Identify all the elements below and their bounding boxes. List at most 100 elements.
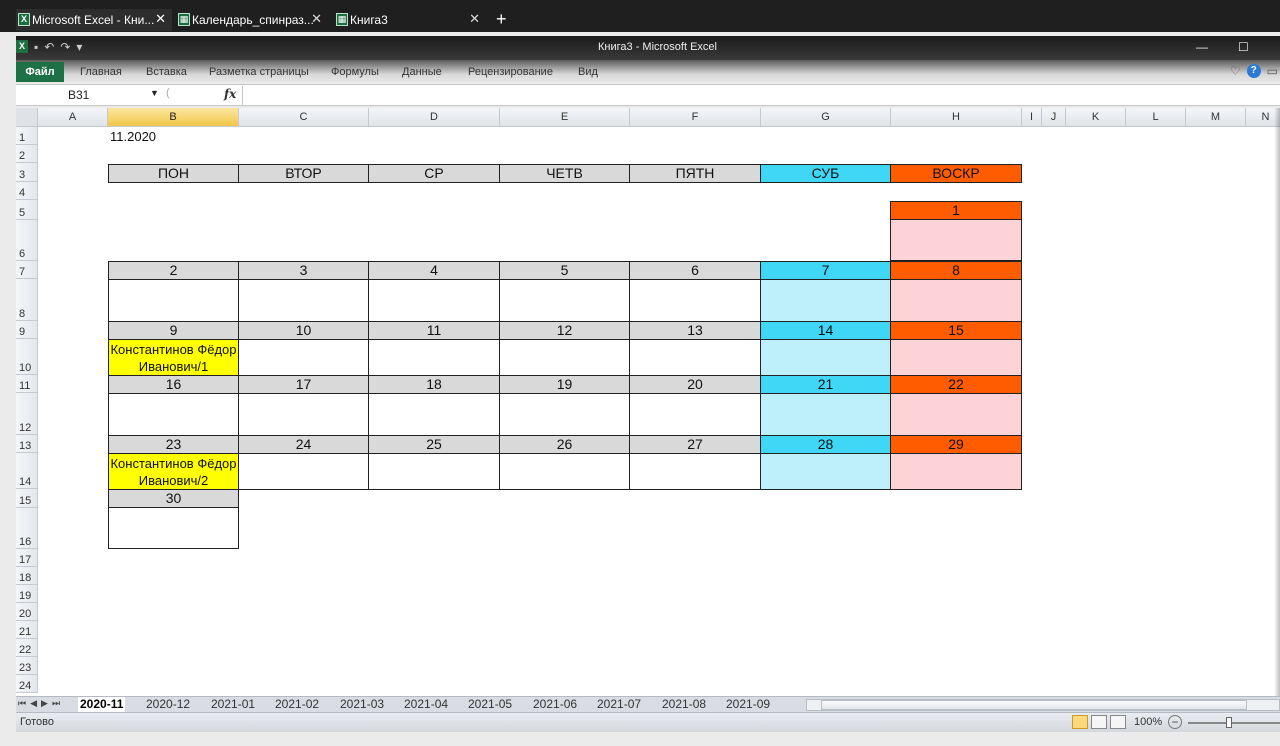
browser-tab-excel[interactable]: X Microsoft Excel - Кни... ✕ <box>16 9 172 31</box>
day-body-cell[interactable] <box>890 453 1022 490</box>
customize-qat-icon[interactable]: ▾ <box>76 40 82 54</box>
normal-view-icon[interactable] <box>1072 715 1088 729</box>
close-icon[interactable]: ✕ <box>155 11 166 27</box>
column-header-j[interactable]: J <box>1042 108 1066 127</box>
column-header-k[interactable]: K <box>1066 108 1126 127</box>
day-body-cell[interactable] <box>760 279 891 322</box>
sheet-tab-2021-08[interactable]: 2021-08 <box>662 697 706 712</box>
day-number-cell[interactable]: 2 <box>108 261 239 280</box>
row-header-13[interactable]: 13 <box>16 435 38 453</box>
tab-formulas[interactable]: Формулы <box>331 66 379 78</box>
column-header-e[interactable]: E <box>500 108 630 127</box>
day-number-cell[interactable]: 10 <box>238 321 369 340</box>
column-header-f[interactable]: F <box>630 108 761 127</box>
day-body-cell[interactable] <box>108 507 239 549</box>
day-body-cell[interactable] <box>108 393 239 436</box>
day-body-cell[interactable] <box>238 279 369 322</box>
day-body-cell[interactable] <box>890 219 1022 261</box>
row-header-4[interactable]: 4 <box>16 182 38 200</box>
weekday-header-wed[interactable]: СР <box>368 164 500 183</box>
tab-home[interactable]: Главная <box>80 66 122 78</box>
day-number-cell[interactable]: 9 <box>108 321 239 340</box>
day-number-cell[interactable]: 18 <box>368 375 500 394</box>
day-number-cell[interactable]: 8 <box>890 261 1022 280</box>
tab-insert[interactable]: Вставка <box>146 66 187 78</box>
month-label[interactable]: 11.2020 <box>110 128 235 145</box>
sheet-tab-2020-11[interactable]: 2020-11 <box>78 697 126 712</box>
day-number-cell[interactable]: 6 <box>629 261 761 280</box>
worksheet[interactable]: A B C D E F G H I J K L M N 1 2 3 4 5 6 … <box>16 108 1280 696</box>
scrollbar-thumb[interactable] <box>821 700 1247 710</box>
day-body-cell[interactable] <box>629 279 761 322</box>
zoom-level[interactable]: 100% <box>1134 716 1162 728</box>
row-header-14[interactable]: 14 <box>16 453 38 489</box>
name-box[interactable]: B31 <box>16 86 166 105</box>
tab-page-layout[interactable]: Разметка страницы <box>209 66 309 78</box>
sheet-tab-2021-04[interactable]: 2021-04 <box>404 697 448 712</box>
day-body-cell[interactable] <box>499 279 630 322</box>
row-header-1[interactable]: 1 <box>16 127 38 145</box>
day-number-cell[interactable]: 12 <box>499 321 630 340</box>
day-number-cell[interactable]: 29 <box>890 435 1022 454</box>
day-number-cell[interactable]: 16 <box>108 375 239 394</box>
day-number-cell[interactable]: 19 <box>499 375 630 394</box>
row-header-11[interactable]: 11 <box>16 375 38 393</box>
sheet-nav-arrows-icon[interactable]: ⏮◀▶⏭ <box>18 698 64 709</box>
page-break-view-icon[interactable] <box>1110 715 1126 729</box>
row-header-2[interactable]: 2 <box>16 145 38 163</box>
column-header-d[interactable]: D <box>369 108 500 127</box>
day-body-cell[interactable] <box>629 393 761 436</box>
close-icon[interactable]: ✕ <box>311 11 322 27</box>
sheet-tab-2021-05[interactable]: 2021-05 <box>468 697 512 712</box>
day-number-cell[interactable]: 17 <box>238 375 369 394</box>
day-body-cell[interactable] <box>238 393 369 436</box>
weekday-header-sat[interactable]: СУБ <box>760 164 891 183</box>
weekday-header-tue[interactable]: ВТОР <box>238 164 369 183</box>
tab-view[interactable]: Вид <box>578 66 598 78</box>
day-number-cell[interactable]: 26 <box>499 435 630 454</box>
day-number-cell[interactable]: 1 <box>890 201 1022 220</box>
weekday-header-fri[interactable]: ПЯТН <box>629 164 761 183</box>
day-body-cell[interactable] <box>368 279 500 322</box>
day-body-cell[interactable] <box>760 393 891 436</box>
browser-tab-book3[interactable]: ▦ Книга3 ✕ <box>334 9 486 31</box>
day-body-cell[interactable] <box>368 453 500 490</box>
row-header-19[interactable]: 19 <box>16 585 38 603</box>
day-body-cell[interactable] <box>629 339 761 376</box>
day-number-cell[interactable]: 7 <box>760 261 891 280</box>
day-body-cell[interactable] <box>890 393 1022 436</box>
day-number-cell[interactable]: 30 <box>108 489 239 508</box>
column-header-i[interactable]: I <box>1022 108 1042 127</box>
row-header-6[interactable]: 6 <box>16 220 38 261</box>
zoom-slider-knob[interactable] <box>1226 717 1232 728</box>
day-number-cell[interactable]: 3 <box>238 261 369 280</box>
maximize-icon[interactable]: ☐ <box>1238 40 1249 54</box>
day-number-cell[interactable]: 5 <box>499 261 630 280</box>
row-header-20[interactable]: 20 <box>16 603 38 621</box>
row-header-16[interactable]: 16 <box>16 508 38 549</box>
row-header-12[interactable]: 12 <box>16 393 38 435</box>
sheet-tab-2021-03[interactable]: 2021-03 <box>340 697 384 712</box>
day-number-cell[interactable]: 15 <box>890 321 1022 340</box>
day-number-cell[interactable]: 27 <box>629 435 761 454</box>
select-all-corner[interactable] <box>16 108 38 127</box>
day-number-cell[interactable]: 23 <box>108 435 239 454</box>
day-number-cell[interactable]: 24 <box>238 435 369 454</box>
sheet-tab-2021-09[interactable]: 2021-09 <box>726 697 770 712</box>
column-header-g[interactable]: G <box>761 108 891 127</box>
browser-tab-calendar[interactable]: ▦ Календарь_спинраз... ✕ <box>176 9 328 31</box>
close-icon[interactable]: ✕ <box>469 11 480 27</box>
column-header-h[interactable]: H <box>891 108 1022 127</box>
formula-input[interactable] <box>246 87 1266 104</box>
row-header-17[interactable]: 17 <box>16 549 38 567</box>
column-header-c[interactable]: C <box>239 108 369 127</box>
day-number-cell[interactable]: 4 <box>368 261 500 280</box>
sheet-tab-2021-01[interactable]: 2021-01 <box>211 697 255 712</box>
sheet-tab-2021-02[interactable]: 2021-02 <box>275 697 319 712</box>
day-body-cell[interactable] <box>108 279 239 322</box>
day-body-cell[interactable] <box>238 339 369 376</box>
day-body-cell[interactable] <box>499 339 630 376</box>
day-body-cell[interactable] <box>629 453 761 490</box>
day-number-cell[interactable]: 11 <box>368 321 500 340</box>
day-body-cell[interactable] <box>238 453 369 490</box>
